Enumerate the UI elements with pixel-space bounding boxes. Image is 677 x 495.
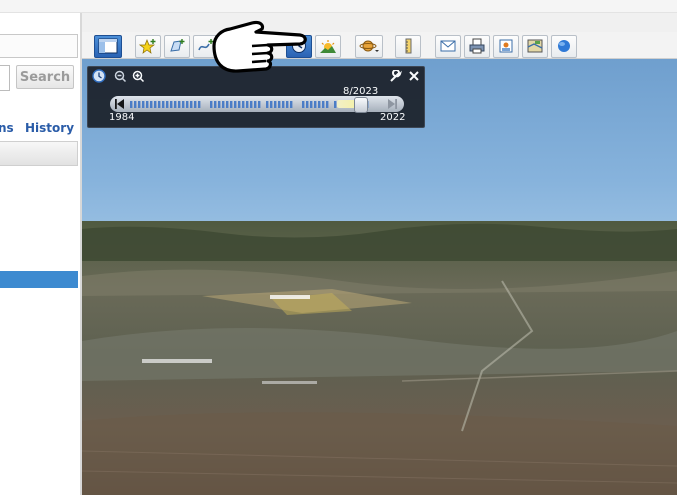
imagery-date-tick xyxy=(290,101,293,108)
imagery-date-tick xyxy=(274,101,277,108)
save-image-icon xyxy=(499,39,513,53)
printer-icon xyxy=(469,38,485,54)
search-button[interactable]: Search xyxy=(16,65,74,89)
email-button[interactable] xyxy=(435,35,461,58)
toolbar xyxy=(82,32,677,59)
pointing-hand-cursor xyxy=(212,20,307,73)
imagery-date-tick xyxy=(142,101,145,108)
imagery-date-tick xyxy=(302,101,305,108)
sunlight-button[interactable] xyxy=(315,35,341,58)
ruler-icon xyxy=(405,38,412,54)
window-top-strip xyxy=(0,0,677,13)
imagery-date-tick xyxy=(154,101,157,108)
skip-end-icon[interactable] xyxy=(388,99,397,109)
hide-sidebar-button[interactable] xyxy=(94,35,122,58)
add-placemark-button[interactable] xyxy=(135,35,161,58)
range-end-label: 2022 xyxy=(380,112,406,123)
clock-icon xyxy=(92,69,106,83)
imagery-date-tick xyxy=(242,101,245,108)
close-icon[interactable] xyxy=(408,70,420,82)
imagery-date-tick xyxy=(226,101,229,108)
imagery-date-tick xyxy=(138,101,141,108)
imagery-date-tick xyxy=(238,101,241,108)
imagery-date-tick xyxy=(130,101,133,108)
ruler-button[interactable] xyxy=(395,35,421,58)
imagery-date-tick xyxy=(266,101,269,108)
imagery-date-tick xyxy=(326,101,329,108)
imagery-date-tick xyxy=(230,101,233,108)
imagery-date-tick xyxy=(250,101,253,108)
placemark-star-icon xyxy=(139,39,156,54)
imagery-date-tick xyxy=(322,101,325,108)
terrain-imagery xyxy=(82,221,677,495)
imagery-date-tick xyxy=(134,101,137,108)
time-slider-thumb[interactable] xyxy=(353,97,368,113)
imagery-date-tick xyxy=(190,101,193,108)
polygon-icon xyxy=(170,39,185,52)
imagery-date-tick xyxy=(254,101,257,108)
imagery-date-tick xyxy=(318,101,321,108)
imagery-date-tick xyxy=(146,101,149,108)
save-image-button[interactable] xyxy=(493,35,519,58)
add-polygon-button[interactable] xyxy=(164,35,190,58)
tab-places[interactable]: ns xyxy=(0,121,14,135)
skip-start-icon[interactable] xyxy=(115,99,124,109)
tab-history[interactable]: History xyxy=(25,121,74,135)
sidebar-layout-icon xyxy=(98,38,118,54)
imagery-date-tick xyxy=(174,101,177,108)
imagery-date-tick xyxy=(178,101,181,108)
switch-planet-button[interactable] xyxy=(355,35,383,58)
map-icon xyxy=(527,39,543,53)
imagery-date-tick xyxy=(170,101,173,108)
range-start-label: 1984 xyxy=(109,112,135,123)
imagery-date-tick xyxy=(234,101,237,108)
imagery-date-tick xyxy=(278,101,281,108)
search-input[interactable] xyxy=(0,65,10,91)
email-icon xyxy=(440,40,456,52)
globe-icon xyxy=(558,40,570,52)
imagery-date-tick xyxy=(306,101,309,108)
imagery-date-tick xyxy=(162,101,165,108)
print-button[interactable] xyxy=(464,35,490,58)
zoom-out-icon[interactable] xyxy=(114,70,127,83)
web-button[interactable] xyxy=(551,35,577,58)
sidebar-panel-header xyxy=(0,141,78,166)
imagery-date-tick xyxy=(282,101,285,108)
imagery-date-tick xyxy=(286,101,289,108)
imagery-date-tick xyxy=(150,101,153,108)
sidebar: Search ns History xyxy=(0,13,82,495)
imagery-date-tick xyxy=(210,101,213,108)
imagery-date-tick xyxy=(314,101,317,108)
sidebar-top-field[interactable] xyxy=(0,34,78,58)
imagery-date-tick xyxy=(158,101,161,108)
imagery-date-tick xyxy=(186,101,189,108)
imagery-date-tick xyxy=(222,101,225,108)
zoom-in-icon[interactable] xyxy=(132,70,145,83)
sidebar-selected-item[interactable] xyxy=(0,271,78,288)
imagery-date-tick xyxy=(182,101,185,108)
wrench-icon[interactable] xyxy=(389,70,402,83)
view-in-maps-button[interactable] xyxy=(522,35,548,58)
sunlight-icon xyxy=(320,40,336,53)
imagery-date-tick xyxy=(310,101,313,108)
time-slider-track[interactable] xyxy=(110,96,404,113)
imagery-date-tick xyxy=(258,101,261,108)
imagery-date-ticks xyxy=(130,101,369,108)
imagery-date-tick xyxy=(166,101,169,108)
imagery-date-tick xyxy=(194,101,197,108)
imagery-date-tick xyxy=(246,101,249,108)
imagery-date-tick xyxy=(218,101,221,108)
imagery-date-tick xyxy=(270,101,273,108)
imagery-date-tick xyxy=(214,101,217,108)
planet-icon xyxy=(359,40,379,52)
imagery-date-tick xyxy=(198,101,201,108)
